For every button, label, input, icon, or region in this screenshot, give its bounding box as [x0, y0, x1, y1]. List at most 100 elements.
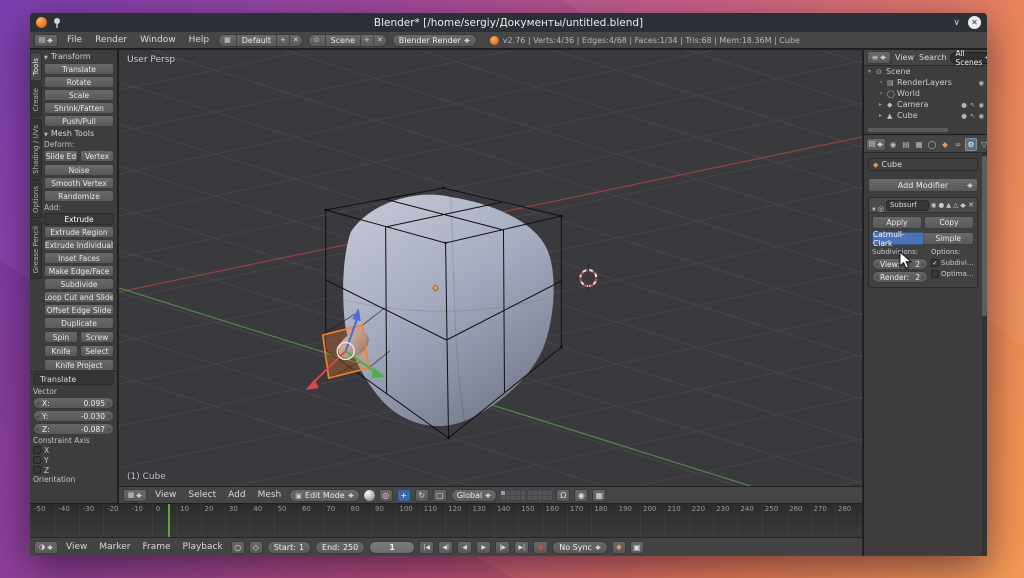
- tool-button[interactable]: Smooth Vertex: [44, 177, 114, 189]
- scrollbar-thumb[interactable]: [982, 156, 987, 316]
- menu-item[interactable]: View: [894, 53, 915, 62]
- tool-button[interactable]: Extrude: [44, 213, 114, 225]
- menu-item[interactable]: View: [62, 542, 91, 552]
- menu-item[interactable]: Select: [184, 490, 220, 500]
- viewport-visibility-toggle[interactable]: ●: [938, 201, 944, 209]
- outliner-row[interactable]: ▾ ⊙ Scene: [864, 66, 987, 77]
- delete-screen-button[interactable]: ✕: [290, 35, 302, 46]
- expand-icon[interactable]: ∘: [879, 90, 887, 97]
- scene-name[interactable]: Scene: [326, 35, 361, 46]
- operator-panel-header[interactable]: Translate: [33, 373, 114, 385]
- shade-window-icon[interactable]: ∨: [953, 18, 960, 28]
- layer-grid[interactable]: [501, 491, 552, 500]
- cage-toggle[interactable]: △: [953, 201, 958, 209]
- outliner-row[interactable]: ▸ ▲ Cube: [864, 110, 987, 121]
- outliner-row[interactable]: ∘ ▤ RenderLayers: [864, 77, 987, 88]
- browse-screens-icon[interactable]: [219, 35, 237, 46]
- scrollbar-track[interactable]: [982, 153, 987, 556]
- tool-button[interactable]: Duplicate: [44, 317, 114, 329]
- menu-item[interactable]: Mesh: [254, 490, 286, 500]
- tool-button[interactable]: Screw: [80, 331, 114, 343]
- object-data-tab[interactable]: ▽: [978, 138, 987, 151]
- translate-manipulator-toggle[interactable]: [397, 489, 411, 502]
- tool-button[interactable]: Subdivide: [44, 278, 114, 290]
- copy-button[interactable]: Copy: [924, 216, 974, 229]
- tool-shelf-tab[interactable]: Grease Pencil: [30, 220, 42, 279]
- editor-type-button[interactable]: [123, 489, 147, 502]
- editor-type-button[interactable]: [866, 138, 886, 151]
- jump-end-button[interactable]: ▶|: [514, 541, 529, 554]
- outliner-row[interactable]: ▸ ◆ Camera: [864, 99, 987, 110]
- tool-button[interactable]: Inset Faces: [44, 252, 114, 264]
- optimal-display-checkbox[interactable]: [931, 270, 939, 278]
- visibility-icon[interactable]: [961, 112, 967, 120]
- transform-panel-header[interactable]: Transform: [44, 51, 114, 62]
- render-visibility-toggle[interactable]: ◉: [931, 201, 937, 209]
- tool-button[interactable]: Spin: [44, 331, 78, 343]
- transform-orientation-select[interactable]: Global: [451, 489, 498, 502]
- vector-number-field[interactable]: Z: -0.087: [33, 423, 114, 435]
- modifiers-tab[interactable]: ⚙: [965, 138, 977, 151]
- renderability-icon[interactable]: [978, 101, 984, 109]
- move-modifier-arrows[interactable]: [960, 201, 966, 210]
- editor-type-button[interactable]: [867, 51, 891, 64]
- sync-mode-select[interactable]: No Sync: [552, 541, 608, 554]
- axis-checkbox[interactable]: [33, 456, 41, 464]
- editmode-visibility-toggle[interactable]: ▲: [946, 201, 951, 209]
- tool-button[interactable]: Select: [80, 345, 114, 357]
- tool-button[interactable]: Rotate: [44, 76, 114, 88]
- mode-select[interactable]: Edit Mode: [289, 489, 359, 502]
- menu-item[interactable]: Playback: [179, 542, 227, 552]
- selectability-icon[interactable]: [970, 112, 975, 120]
- tool-button[interactable]: Vertex: [80, 150, 114, 162]
- render-layers-tab[interactable]: ▤: [900, 138, 912, 151]
- tool-button[interactable]: Scale: [44, 89, 114, 101]
- modifier-name-field[interactable]: Subsurf: [886, 200, 929, 211]
- add-screen-button[interactable]: +: [277, 35, 290, 46]
- tool-shelf-tab[interactable]: Options: [30, 180, 42, 219]
- delete-scene-button[interactable]: ✕: [374, 35, 386, 46]
- vector-number-field[interactable]: Y: -0.030: [33, 410, 114, 422]
- record-button[interactable]: ●: [533, 541, 548, 554]
- renderability-icon[interactable]: [978, 112, 984, 120]
- tool-button[interactable]: Extrude Region: [44, 226, 114, 238]
- expand-icon[interactable]: ▸: [879, 101, 887, 108]
- expand-icon[interactable]: ▸: [879, 112, 887, 119]
- browse-scenes-icon[interactable]: [309, 35, 326, 46]
- tool-shelf-tab[interactable]: Tools: [30, 52, 42, 81]
- add-scene-button[interactable]: +: [361, 35, 374, 46]
- menu-item[interactable]: Help: [185, 35, 214, 45]
- frame-lock-toggle[interactable]: ◇: [249, 541, 263, 554]
- end-frame-field[interactable]: End: 250: [315, 541, 365, 554]
- keyframe-insert-icon[interactable]: ▣: [630, 541, 644, 554]
- jump-start-button[interactable]: |◀: [419, 541, 434, 554]
- editor-type-button[interactable]: [34, 34, 58, 47]
- current-frame-field[interactable]: 1: [369, 541, 415, 554]
- next-keyframe-button[interactable]: |▶: [495, 541, 510, 554]
- tool-button[interactable]: Shrink/Fatten: [44, 102, 114, 114]
- menu-item[interactable]: Add: [224, 490, 249, 500]
- object-tab[interactable]: ◆: [939, 138, 951, 151]
- tool-button[interactable]: Knife: [44, 345, 78, 357]
- tool-button[interactable]: Translate: [44, 63, 114, 75]
- selectability-icon[interactable]: [970, 101, 975, 109]
- menu-item[interactable]: Frame: [138, 542, 174, 552]
- vector-number-field[interactable]: X: 0.095: [33, 397, 114, 409]
- breadcrumb[interactable]: ◆ Cube: [868, 158, 978, 171]
- axis-checkbox[interactable]: [33, 466, 41, 474]
- tool-button[interactable]: Offset Edge Slide: [44, 304, 114, 316]
- render-subdivisions-field[interactable]: Render: 2: [872, 271, 928, 283]
- tool-button[interactable]: Push/Pull: [44, 115, 114, 127]
- menu-item[interactable]: View: [151, 490, 180, 500]
- delete-modifier-button[interactable]: ✕: [968, 201, 974, 209]
- apply-button[interactable]: Apply: [872, 216, 922, 229]
- tool-button[interactable]: Slide Ed: [44, 150, 78, 162]
- play-button[interactable]: ▶: [476, 541, 491, 554]
- renderability-icon[interactable]: [978, 79, 984, 87]
- editor-type-button[interactable]: [34, 541, 58, 554]
- preview-range-toggle[interactable]: ○: [231, 541, 245, 554]
- outliner-row[interactable]: ∘ ◯ World: [864, 88, 987, 99]
- viewport-shading-icon[interactable]: [364, 490, 375, 501]
- prev-keyframe-button[interactable]: ◀|: [438, 541, 453, 554]
- tool-button[interactable]: Make Edge/Face: [44, 265, 114, 277]
